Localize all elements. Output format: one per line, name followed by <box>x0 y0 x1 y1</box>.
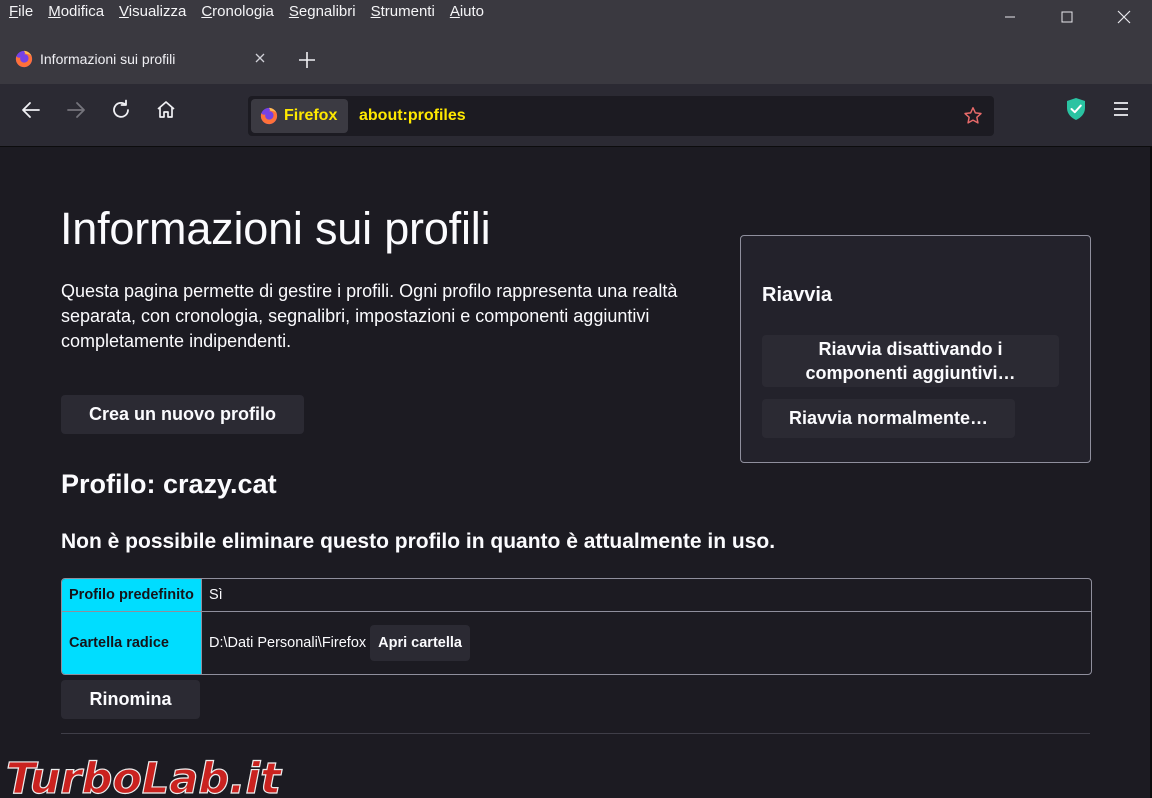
default-profile-label: Profilo predefinito <box>62 579 202 611</box>
turbolab-watermark-logo: TurboLab.it <box>5 753 282 798</box>
root-folder-cell: D:\Dati Personali\Firefox Apri cartella <box>202 612 470 674</box>
open-folder-button[interactable]: Apri cartella <box>370 625 470 661</box>
maximize-button[interactable] <box>1038 0 1095 34</box>
back-arrow-icon[interactable] <box>19 98 43 122</box>
turbolab-watermark-text: TurboLab.it <box>6 754 282 798</box>
reload-icon[interactable] <box>109 98 133 122</box>
tab-profiles[interactable]: Informazioni sui profili <box>0 38 278 82</box>
menu-aiuto[interactable]: Aiuto <box>450 3 484 21</box>
minimize-icon <box>1004 16 1015 18</box>
page-content: Informazioni sui profili Questa pagina p… <box>0 147 1152 798</box>
window-controls <box>981 0 1152 34</box>
menu-visualizza[interactable]: Visualizza <box>119 3 186 21</box>
restart-safe-mode-button[interactable]: Riavvia disattivando i componenti aggiun… <box>762 335 1059 387</box>
root-folder-label: Cartella radice <box>62 612 202 674</box>
minimize-button[interactable] <box>981 0 1038 34</box>
shield-check-icon[interactable] <box>1065 97 1087 121</box>
menu-segnalibri[interactable]: Segnalibri <box>289 3 356 21</box>
url-text[interactable]: about:profiles <box>359 107 466 125</box>
create-profile-button[interactable]: Crea un nuovo profilo <box>61 395 304 434</box>
url-bar[interactable]: Firefox about:profiles <box>248 96 994 136</box>
profile-table: Profilo predefinito Sì Cartella radice D… <box>61 578 1092 675</box>
firefox-icon <box>15 50 33 68</box>
section-divider <box>61 733 1090 734</box>
maximize-icon <box>1061 11 1072 23</box>
firefox-icon <box>260 107 278 125</box>
profile-in-use-warning: Non è possibile eliminare questo profilo… <box>61 530 776 553</box>
profile-title: Profilo: crazy.cat <box>61 469 277 499</box>
bookmark-star-icon[interactable] <box>962 105 984 127</box>
identity-box[interactable]: Firefox <box>251 99 348 133</box>
menu-cronologia[interactable]: Cronologia <box>201 3 274 21</box>
menu-strumenti[interactable]: Strumenti <box>371 3 435 21</box>
table-row: Cartella radice D:\Dati Personali\Firefo… <box>62 612 1091 674</box>
menu-file[interactable]: File <box>9 3 33 21</box>
close-icon <box>1117 10 1130 24</box>
restart-panel: Riavvia Riavvia disattivando i component… <box>740 235 1091 463</box>
identity-label: Firefox <box>284 107 338 124</box>
page-title: Informazioni sui profili <box>60 203 491 254</box>
navigation-toolbar: Firefox about:profiles <box>0 84 1152 147</box>
home-icon[interactable] <box>154 98 178 122</box>
tab-title: Informazioni sui profili <box>40 51 176 67</box>
tab-strip: Informazioni sui profili <box>0 38 1152 84</box>
close-tab-icon[interactable] <box>252 50 268 66</box>
page-intro: Questa pagina permette di gestire i prof… <box>61 281 678 351</box>
menu-modifica[interactable]: Modifica <box>48 3 104 21</box>
forward-arrow-icon[interactable] <box>64 98 88 122</box>
restart-title: Riavvia <box>762 284 833 306</box>
new-tab-icon[interactable] <box>296 49 318 71</box>
close-window-button[interactable] <box>1095 0 1152 34</box>
root-folder-path: D:\Dati Personali\Firefox <box>209 635 367 651</box>
hamburger-menu-icon[interactable] <box>1111 99 1131 119</box>
table-row: Profilo predefinito Sì <box>62 579 1091 612</box>
default-profile-value: Sì <box>209 587 223 603</box>
menu-bar: File Modifica Visualizza Cronologia Segn… <box>0 0 499 21</box>
rename-button[interactable]: Rinomina <box>61 680 200 719</box>
restart-normal-button[interactable]: Riavvia normalmente… <box>762 399 1015 438</box>
title-bar: File Modifica Visualizza Cronologia Segn… <box>0 0 1152 38</box>
